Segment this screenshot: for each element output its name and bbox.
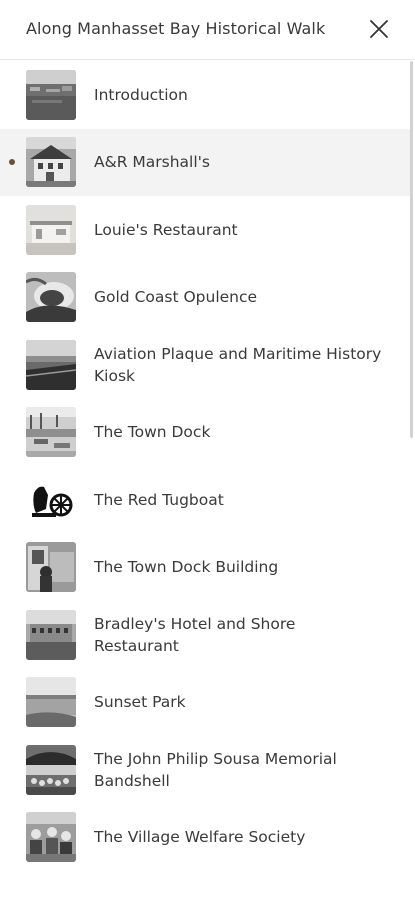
thumbnail-image [26,609,76,660]
list-item[interactable]: The Red Tugboat [0,466,410,534]
list-item-label: Gold Coast Opulence [94,288,258,307]
app-window: Along Manhasset Bay Historical Walk Intr… [0,0,415,900]
thumbnail-image [26,69,76,120]
list-item[interactable]: Introduction [0,61,410,129]
header: Along Manhasset Bay Historical Walk [0,0,415,60]
list-item-active[interactable]: A&R Marshall's [0,128,410,196]
thumbnail-image [26,339,76,390]
list-item-label: Louie's Restaurant [94,220,238,239]
thumbnail-image [26,677,76,728]
list-item[interactable]: Gold Coast Opulence [0,264,410,332]
thumbnail-image [26,812,76,863]
list-item-label: The Red Tugboat [94,490,224,509]
current-indicator [9,159,15,166]
thumbnail-image [26,272,76,323]
close-icon [370,20,388,38]
close-button[interactable] [362,12,396,46]
list-item[interactable]: Louie's Restaurant [0,196,410,264]
thumbnail-image [26,744,76,795]
page-title: Along Manhasset Bay Historical Walk [26,19,326,38]
list-item[interactable]: Aviation Plaque and Maritime History Kio… [0,331,410,399]
list-item[interactable]: The Town Dock Building [0,534,410,602]
list-item[interactable]: The Village Welfare Society [0,804,410,872]
list-item-label: The John Philip Sousa Memorial Bandshell [94,749,337,790]
thumbnail-image [26,542,76,593]
list-item[interactable]: Sunset Park [0,669,410,737]
list-item-label: Aviation Plaque and Maritime History Kio… [94,344,382,385]
list-item-label: A&R Marshall's [94,153,210,172]
list-item-label: Sunset Park [94,693,186,712]
thumbnail-image [26,137,76,188]
list-item-label: The Town Dock Building [94,558,279,577]
list-item-label: Introduction [94,85,188,104]
thumbnail-image [26,204,76,255]
list-item[interactable]: Bradley's Hotel and Shore Restaurant [0,601,410,669]
stop-list: Introduction A&R Marshall's Louie's Rest… [0,61,410,871]
list-item[interactable]: The John Philip Sousa Memorial Bandshell [0,736,410,804]
list-item-label: The Village Welfare Society [94,828,306,847]
list-item[interactable]: The Town Dock [0,399,410,467]
thumbnail-image [26,474,76,525]
scrollbar[interactable] [410,61,413,438]
list-item-label: The Town Dock [94,423,211,442]
list-item-label: Bradley's Hotel and Shore Restaurant [94,614,296,655]
thumbnail-image [26,407,76,458]
